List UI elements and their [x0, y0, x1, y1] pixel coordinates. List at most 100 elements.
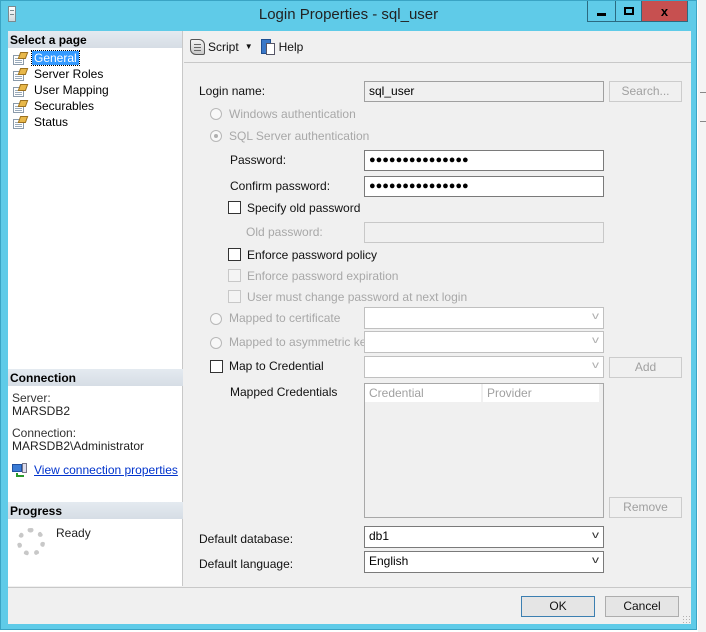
- windows-auth-label: Windows authentication: [229, 107, 356, 121]
- connection-value: MARSDB2\Administrator: [12, 439, 145, 453]
- page-item-label: User Mapping: [34, 83, 109, 97]
- map-to-credential-checkbox[interactable]: [210, 360, 223, 373]
- maximize-icon: [623, 7, 634, 15]
- default-language-value: English: [369, 554, 409, 568]
- chevron-down-icon: v: [592, 360, 599, 371]
- sql-auth-label: SQL Server authentication: [229, 129, 370, 143]
- enforce-policy-checkbox[interactable]: [228, 248, 241, 261]
- map-to-credential-label: Map to Credential: [229, 359, 324, 373]
- close-icon: x: [660, 3, 669, 19]
- must-change-password-label: User must change password at next login: [247, 290, 468, 304]
- window-controls: x: [587, 1, 688, 22]
- page-icon: [12, 115, 29, 129]
- page-icon: [12, 99, 29, 113]
- page-icon: [12, 83, 29, 97]
- page-item-label: Status: [34, 115, 69, 129]
- page-item-status[interactable]: Status: [12, 114, 182, 130]
- remove-credential-button[interactable]: Remove: [609, 497, 682, 518]
- default-database-label: Default database:: [199, 532, 294, 546]
- close-button[interactable]: x: [642, 1, 688, 22]
- page-item-general[interactable]: General: [12, 50, 182, 66]
- enforce-policy-label: Enforce password policy: [247, 248, 378, 262]
- chevron-down-icon: v: [592, 335, 599, 346]
- map-to-credential-select[interactable]: v: [364, 356, 604, 378]
- background-window-edge: [698, 0, 706, 632]
- mapped-credentials-label: Mapped Credentials: [230, 385, 338, 399]
- toolbar: Script ▼ Help: [184, 31, 691, 63]
- connection-properties-icon: [12, 463, 28, 477]
- enforce-expiration-label: Enforce password expiration: [247, 269, 399, 283]
- chevron-down-icon: v: [592, 530, 599, 541]
- page-item-user-mapping[interactable]: User Mapping: [12, 82, 182, 98]
- mapped-asymmetric-key-select[interactable]: v: [364, 331, 604, 353]
- old-password-label: Old password:: [246, 225, 323, 239]
- mapped-certificate-label: Mapped to certificate: [229, 311, 341, 325]
- dialog-client: Select a page General Server Roles User …: [8, 31, 691, 624]
- help-label: Help: [278, 39, 304, 54]
- password-label: Password:: [230, 153, 287, 167]
- grid-header: Credential Provider: [365, 384, 603, 402]
- help-button[interactable]: Help: [260, 38, 304, 55]
- server-value: MARSDB2: [12, 404, 71, 418]
- progress-spinner-icon: [17, 528, 45, 556]
- page-item-securables[interactable]: Securables: [12, 98, 182, 114]
- script-label: Script: [208, 39, 239, 54]
- page-item-server-roles[interactable]: Server Roles: [12, 66, 182, 82]
- mapped-credentials-grid[interactable]: Credential Provider: [364, 383, 604, 518]
- left-panel: Select a page General Server Roles User …: [8, 31, 183, 586]
- page-item-label: Securables: [34, 99, 95, 113]
- specify-old-password-label: Specify old password: [247, 201, 361, 215]
- mapped-asymmetric-key-label: Mapped to asymmetric key: [229, 335, 373, 349]
- mapped-asymmetric-key-radio[interactable]: [210, 337, 222, 349]
- minimize-button[interactable]: [587, 1, 616, 22]
- dialog-footer: OK Cancel: [8, 587, 691, 624]
- page-icon: [12, 67, 29, 81]
- progress-status: Ready: [56, 526, 91, 540]
- old-password-input[interactable]: [364, 222, 604, 243]
- must-change-password-checkbox[interactable]: [228, 290, 241, 303]
- login-properties-window: Login Properties - sql_user x Select a p…: [0, 0, 697, 630]
- column-header-provider[interactable]: Provider: [483, 384, 601, 402]
- select-page-header: Select a page: [8, 31, 182, 48]
- connection-section: Connection Server: MARSDB2 Connection: M…: [8, 369, 183, 483]
- script-button[interactable]: Script ▼: [190, 38, 253, 55]
- default-database-value: db1: [369, 529, 390, 543]
- view-connection-properties-link[interactable]: View connection properties: [34, 463, 178, 477]
- column-header-credential[interactable]: Credential: [365, 384, 483, 402]
- title-bar[interactable]: Login Properties - sql_user x: [1, 1, 696, 29]
- maximize-button[interactable]: [616, 1, 642, 22]
- page-list: General Server Roles User Mapping Secura…: [8, 48, 182, 130]
- login-name-label: Login name:: [199, 84, 266, 98]
- default-language-select[interactable]: English v: [364, 551, 604, 573]
- sql-auth-radio[interactable]: [210, 130, 222, 142]
- mapped-certificate-select[interactable]: v: [364, 307, 604, 329]
- password-input[interactable]: ●●●●●●●●●●●●●●●: [364, 150, 604, 171]
- general-page-form: Login name: sql_user Search... Windows a…: [184, 64, 691, 586]
- page-item-label: General: [31, 50, 80, 66]
- script-icon: [190, 38, 205, 55]
- progress-header: Progress: [8, 502, 183, 519]
- page-item-label: Server Roles: [34, 67, 104, 81]
- cancel-button[interactable]: Cancel: [605, 596, 679, 617]
- specify-old-password-checkbox[interactable]: [228, 201, 241, 214]
- default-language-label: Default language:: [199, 557, 294, 571]
- chevron-down-icon: v: [592, 555, 599, 566]
- login-name-input[interactable]: sql_user: [364, 81, 604, 102]
- confirm-password-input[interactable]: ●●●●●●●●●●●●●●●: [364, 176, 604, 197]
- add-credential-button[interactable]: Add: [609, 357, 682, 378]
- script-dropdown-icon[interactable]: ▼: [245, 42, 253, 51]
- connection-header: Connection: [8, 369, 183, 386]
- progress-section: Progress Ready: [8, 502, 183, 579]
- windows-auth-radio[interactable]: [210, 108, 222, 120]
- page-icon: [12, 51, 29, 65]
- resize-grip-icon[interactable]: [682, 615, 690, 623]
- search-button[interactable]: Search...: [609, 81, 682, 102]
- ok-button[interactable]: OK: [521, 596, 595, 617]
- confirm-password-label: Confirm password:: [230, 179, 331, 193]
- minimize-icon: [597, 12, 606, 16]
- chevron-down-icon: v: [592, 311, 599, 322]
- enforce-expiration-checkbox[interactable]: [228, 269, 241, 282]
- help-icon: [260, 38, 275, 55]
- default-database-select[interactable]: db1 v: [364, 526, 604, 548]
- mapped-certificate-radio[interactable]: [210, 313, 222, 325]
